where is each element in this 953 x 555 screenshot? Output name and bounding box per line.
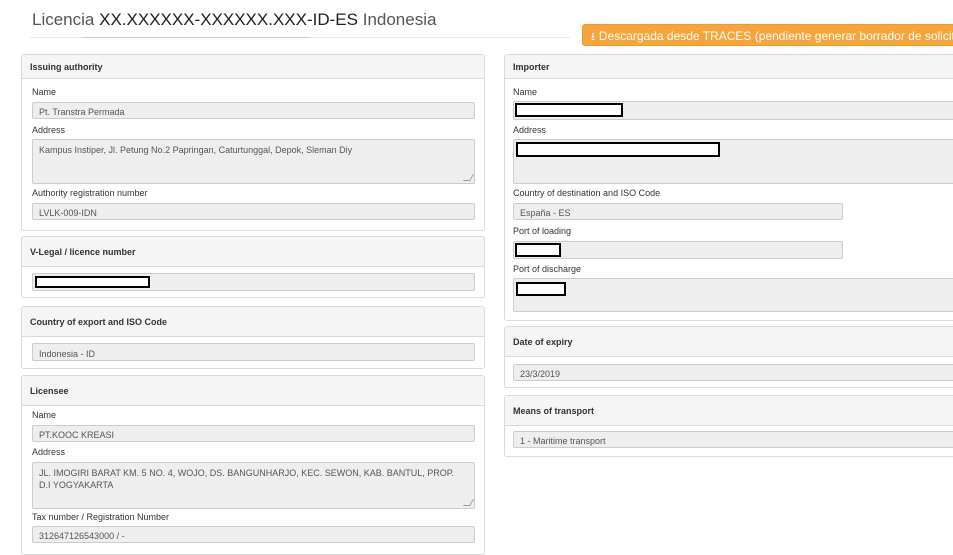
country-export-panel: Country of export and ISO Code Indonesia… [21,306,485,369]
country-export-field[interactable]: Indonesia - ID [32,343,475,361]
issuing-authority-heading: Issuing authority [22,55,484,79]
authority-reg-field[interactable]: LVLK-009-IDN [32,203,475,220]
port-loading-field[interactable] [513,241,843,259]
importer-name-field[interactable] [513,101,953,120]
issuing-address-label: Address [32,125,66,135]
importer-heading: Importer [505,55,953,79]
issuing-address-field[interactable]: Kampus Instiper, Jl. Petung No.2 Papring… [32,139,475,184]
licensee-address-field[interactable]: JL. IMOGIRI BARAT KM. 5 NO. 4, WOJO, DS.… [32,462,475,509]
redaction-box [35,276,150,288]
download-label: Descargada desde TRACES (pendiente gener… [598,29,953,43]
vlegal-heading: V-Legal / licence number [22,237,484,267]
redaction-box [515,243,561,257]
importer-address-field[interactable] [513,139,953,184]
licensee-heading: Licensee [22,376,484,406]
page-title: Licencia XX.XXXXXX-XXXXXX.XXX-ID-ES Indo… [32,10,436,30]
port-discharge-label: Port of discharge [513,264,582,274]
tax-number-field[interactable]: 312647126543000 / - [32,526,475,543]
expiry-date-field[interactable]: 23/3/2019 [513,364,953,381]
tax-number-label: Tax number / Registration Number [32,512,170,522]
importer-panel: Importer Name Address Country of destina… [504,54,953,321]
redaction-box [515,103,623,117]
importer-name-label: Name [513,87,538,97]
issuing-authority-panel: Issuing authority Name Pt. Transtra Perm… [21,54,485,231]
vlegal-number-field[interactable] [32,273,475,291]
expiry-panel: Date of expiry 23/3/2019 [504,326,953,388]
download-status-button[interactable]: ⭳ Descargada desde TRACES (pendiente gene… [582,24,953,46]
redaction-box [516,282,566,296]
transport-heading: Means of transport [505,396,953,426]
port-discharge-field[interactable] [513,278,953,312]
licensee-name-field[interactable]: PT.KOOC KREASI [32,425,475,442]
country-export-heading: Country of export and ISO Code [22,307,484,337]
title-underline [30,37,570,38]
destination-country-label: Country of destination and ISO Code [513,188,661,198]
licensee-address-label: Address [32,447,66,457]
title-suffix: Indonesia [362,10,437,29]
redaction-box [516,142,720,157]
transport-panel: Means of transport 1 - Maritime transpor… [504,395,953,457]
port-loading-label: Port of loading [513,226,572,236]
expiry-heading: Date of expiry [505,327,953,357]
licensee-name-label: Name [32,410,57,420]
authority-reg-label: Authority registration number [32,188,148,198]
download-icon: ⭳ [591,31,595,43]
licensee-panel: Licensee Name PT.KOOC KREASI Address JL.… [21,375,485,555]
importer-address-label: Address [513,125,547,135]
issuing-name-field[interactable]: Pt. Transtra Permada [32,102,475,119]
title-prefix: Licencia [32,10,95,29]
destination-country-field[interactable]: España - ES [513,203,843,220]
transport-field[interactable]: 1 - Maritime transport [513,431,953,448]
title-code: XX.XXXXXX-XXXXXX.XXX-ID-ES [99,10,358,29]
vlegal-panel: V-Legal / licence number [21,236,485,298]
issuing-name-label: Name [32,87,57,97]
